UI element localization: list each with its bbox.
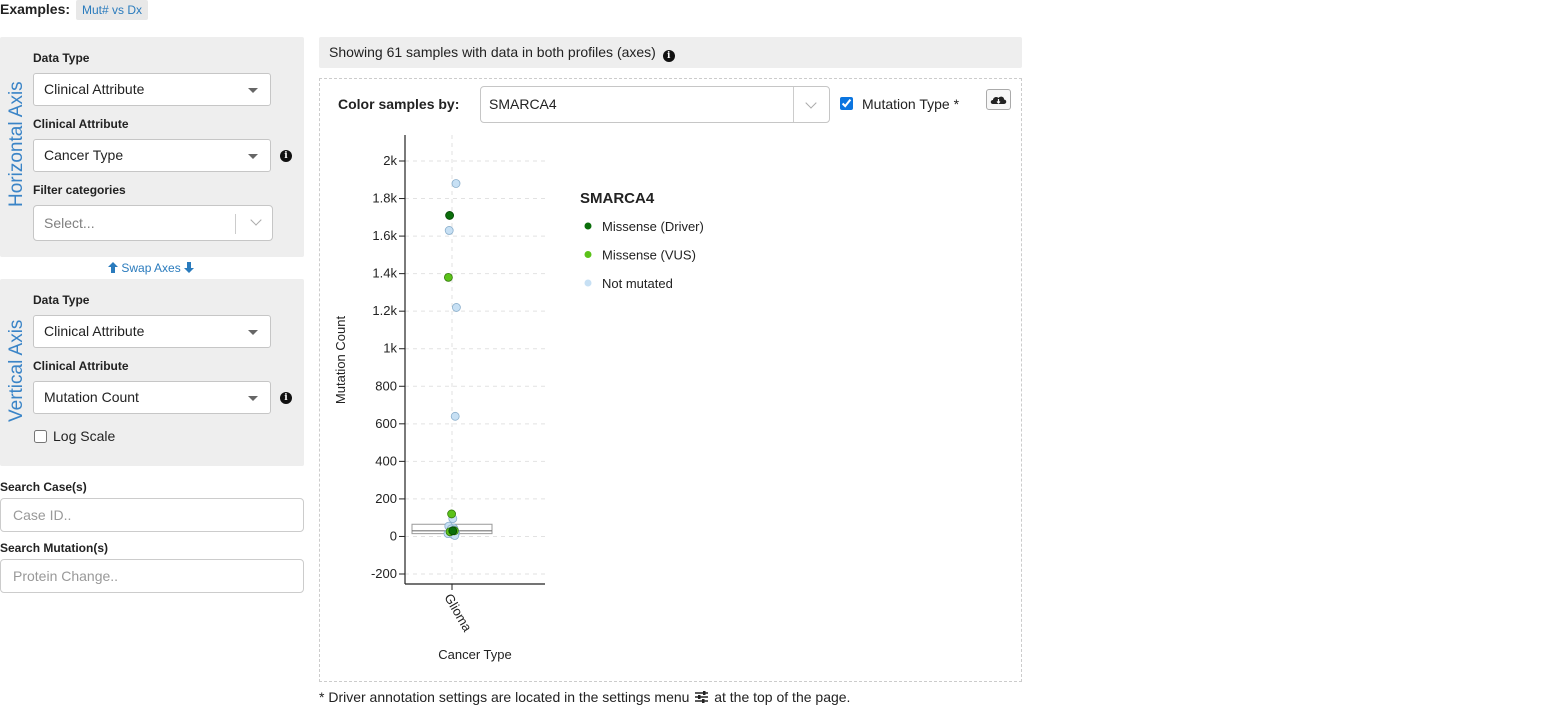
h-filter-placeholder: Select... [44, 215, 95, 231]
search-mutation-label: Search Mutation(s) [0, 541, 109, 555]
horizontal-axis-title: Horizontal Axis [6, 81, 27, 207]
examples-label: Examples: [0, 1, 71, 17]
h-attribute-value: Cancer Type [44, 147, 124, 163]
search-case-label: Search Case(s) [0, 480, 87, 494]
log-scale-label: Log Scale [53, 428, 116, 444]
sliders-icon [695, 691, 709, 703]
arrow-down-icon [184, 262, 195, 273]
arrow-up-icon [108, 262, 118, 273]
grid-lines [405, 135, 545, 584]
v-attribute-select[interactable]: Mutation Count [33, 381, 271, 414]
footnote-text-before: * Driver annotation settings are located… [319, 689, 690, 705]
download-button[interactable] [986, 89, 1011, 110]
search-case-input[interactable] [0, 498, 304, 532]
y-tick-label: 0 [390, 528, 397, 543]
horizontal-axis-panel: Horizontal Axis Data Type Clinical Attri… [0, 37, 304, 257]
x-tick-label-glioma: Glioma [441, 591, 475, 635]
plot-axes [404, 135, 545, 585]
footnote-text-after: at the top of the page. [714, 689, 851, 705]
data-point[interactable] [451, 179, 461, 188]
select-separator [235, 214, 236, 234]
legend-marker [584, 279, 592, 287]
h-data-type-value: Clinical Attribute [44, 81, 145, 97]
y-tick-label: 2k [383, 153, 397, 168]
y-tick-label: 400 [375, 453, 397, 468]
chevron-down-icon [250, 214, 262, 226]
data-point[interactable] [451, 303, 461, 312]
x-axis-label: Cancer Type [438, 647, 511, 662]
swap-axes-button[interactable]: Swap Axes [108, 261, 195, 275]
caret-down-icon [248, 154, 258, 159]
footnote: * Driver annotation settings are located… [319, 689, 850, 705]
data-point[interactable] [443, 272, 453, 282]
y-tick-label: 800 [375, 378, 397, 393]
legend: Missense (Driver) Missense (VUS) Not mutat… [584, 219, 704, 291]
color-by-select[interactable]: SMARCA4 [480, 86, 830, 123]
data-point[interactable] [448, 526, 458, 536]
data-point[interactable] [444, 226, 454, 235]
info-icon[interactable]: i [280, 392, 292, 404]
y-tick-label: 1.4k [372, 266, 397, 281]
v-data-type-select[interactable]: Clinical Attribute [33, 315, 271, 348]
cloud-download-icon [990, 96, 1007, 104]
data-point[interactable] [445, 211, 455, 220]
legend-marker [584, 222, 592, 230]
select-separator [793, 87, 794, 122]
v-attribute-label: Clinical Attribute [33, 359, 129, 373]
vertical-axis-panel: Vertical Axis Data Type Clinical Attribu… [0, 279, 304, 466]
caret-down-icon [248, 396, 258, 401]
legend-label: Missense (VUS) [602, 248, 696, 263]
legend-label: Not mutated [602, 276, 673, 291]
color-by-label: Color samples by: [338, 96, 460, 112]
example-mut-vs-dx-button[interactable]: Mut# vs Dx [76, 0, 149, 20]
v-data-type-value: Clinical Attribute [44, 323, 145, 339]
h-filter-select[interactable]: Select... [33, 205, 273, 241]
data-point[interactable] [450, 411, 460, 421]
scatter-plot: -200 0 200 400 600 800 1k 1.2k 1.4k 1.6k 1.8k 2k Gl… [333, 135, 704, 662]
chevron-down-icon [805, 97, 817, 109]
h-data-type-label: Data Type [33, 51, 90, 65]
v-attribute-value: Mutation Count [44, 389, 139, 405]
search-mutation-input[interactable] [0, 559, 304, 593]
vertical-axis-title: Vertical Axis [6, 319, 27, 422]
info-icon[interactable]: i [662, 50, 675, 62]
samples-status-bar: Showing 61 samples with data in both pro… [319, 37, 1022, 68]
h-attribute-label: Clinical Attribute [33, 117, 129, 131]
status-text: Showing 61 samples with data in both pro… [329, 44, 656, 60]
legend-title: SMARCA4 [580, 190, 655, 207]
legend-marker [584, 251, 592, 258]
caret-down-icon [248, 88, 258, 93]
y-tick-label: 600 [375, 416, 397, 431]
y-tick-label: 1k [383, 341, 397, 356]
h-filter-label: Filter categories [33, 183, 126, 197]
y-tick-label: 1.2k [372, 303, 397, 318]
log-scale-checkbox[interactable] [34, 430, 47, 443]
color-by-value: SMARCA4 [489, 96, 557, 112]
caret-down-icon [248, 330, 258, 335]
h-data-type-select[interactable]: Clinical Attribute [33, 73, 271, 106]
mutation-type-checkbox[interactable] [840, 97, 853, 110]
info-icon[interactable]: i [280, 150, 292, 162]
legend-label: Missense (Driver) [602, 219, 704, 234]
h-attribute-select[interactable]: Cancer Type [33, 139, 271, 172]
y-tick-label: 1.8k [372, 191, 397, 206]
data-point[interactable] [447, 509, 457, 519]
y-tick-label: 200 [375, 491, 397, 506]
y-tick-label: 1.6k [372, 228, 397, 243]
y-tick-label: -200 [371, 566, 397, 581]
swap-axes-label: Swap Axes [121, 261, 181, 275]
v-data-type-label: Data Type [33, 293, 90, 307]
mutation-type-label: Mutation Type * [862, 96, 960, 112]
y-axis-label: Mutation Count [333, 316, 348, 405]
